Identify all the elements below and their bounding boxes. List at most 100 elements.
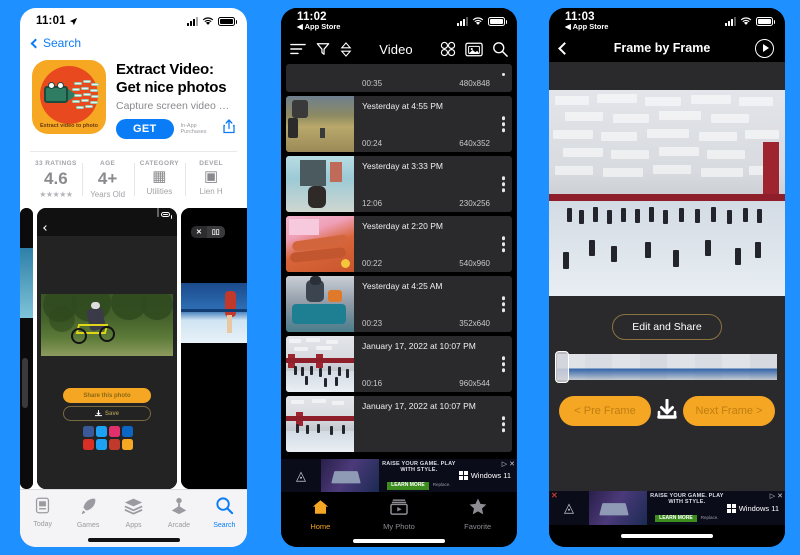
video-duration: 00:16 [362,379,383,388]
back-to-app-store[interactable]: ◀ App Store [565,23,608,31]
app-meta: Extract Video: Get nice photos Capture s… [116,60,235,140]
mini-close-toggle[interactable]: ✕ ▯▯ [191,226,225,239]
photo-film-icon [390,498,408,515]
download-icon[interactable] [657,398,677,426]
ad-choices-marker[interactable]: ▷ ✕ [502,460,515,468]
tab-games[interactable]: Games [65,497,110,529]
video-list-screen: 11:02 ◀ App Store Video 00:35 480x848 Ye… [281,8,517,547]
play-circle-icon[interactable] [755,38,774,58]
video-duration: 00:24 [362,139,383,148]
social-share-grid[interactable] [83,426,133,451]
video-duration: 00:23 [362,319,383,328]
row-more-button[interactable] [501,416,505,432]
tab-label: Apps [125,522,142,529]
row-more-button[interactable] [501,176,505,192]
arena-scene [286,336,354,392]
get-button[interactable]: GET [116,119,174,140]
back-to-app-store[interactable]: ◀ App Store [297,23,340,31]
row-more-button[interactable] [501,236,505,252]
share-icon[interactable] [223,119,235,139]
stat-developer: DEVEL ▣ Lien H [185,160,237,199]
filmstrip-scrubber[interactable] [557,354,777,380]
row-more-button[interactable] [501,356,505,372]
close-icon[interactable]: ✕ [191,226,207,238]
chevron-left-icon [30,38,41,48]
next-frame-button[interactable]: Next Frame > [683,396,775,426]
share-this-photo-button[interactable]: Share this photo [63,388,151,404]
windows-label: Windows 11 [470,471,511,480]
tab-search[interactable]: Search [202,496,247,529]
developer-icon: ▣ [204,168,219,186]
compare-icon[interactable]: ▯▯ [206,226,225,239]
table-row[interactable]: Yesterday at 2:20 PM 00:22 540x960 [286,216,512,272]
app-icon: Extract video to photo [32,60,106,134]
screenshot-preview-partial[interactable] [20,208,33,489]
list-lines-icon[interactable] [290,42,306,56]
windows-logo-icon [458,471,468,480]
video-thumbnail [286,96,354,152]
tab-my-photo[interactable]: My Photo [360,498,439,531]
sort-arrows-icon[interactable] [340,41,352,57]
table-row[interactable]: Yesterday at 4:55 PM 00:24 640x352 [286,96,512,152]
app-store-tab-bar[interactable]: Today Games Apps Arcade Search [20,489,247,533]
table-row[interactable]: January 17, 2022 at 10:07 PM 00:16 960x5… [286,336,512,392]
table-row[interactable]: Yesterday at 3:33 PM 12:06 230x256 [286,156,512,212]
ad-banner[interactable]: ✕ ◬ ROG STRIX G15/17 RAISE YOUR GAME. PL… [549,491,785,525]
ad-close-button[interactable]: ✕ [551,491,558,500]
save-button[interactable]: Save [63,406,151,422]
table-row[interactable]: 00:35 480x848 [286,64,512,92]
table-row[interactable]: Yesterday at 4:25 AM 00:23 352x640 [286,276,512,332]
search-icon [216,497,233,515]
back-to-search-button[interactable]: Search [20,34,247,54]
video-thumbnail [286,276,354,332]
app-screenshots-carousel[interactable]: 10:41 Share and save your photo [20,199,247,489]
tab-arcade[interactable]: Arcade [156,497,201,529]
tab-today[interactable]: Today [20,497,65,528]
video-date: January 17, 2022 at 10:07 PM [362,401,476,411]
filmstrip-selection-handle[interactable] [555,351,569,383]
edit-and-share-button[interactable]: Edit and Share [612,314,722,340]
video-thumbnail [286,336,354,392]
three-phone-collage: 11:01 Search Extract video to photo Extr… [0,0,800,555]
status-bar: 11:03 ◀ App Store [549,8,785,34]
stat-header: DEVEL [199,160,223,168]
frame-nav-bar: Frame by Frame [549,34,785,62]
today-icon [36,497,50,514]
app-icon-caption: Extract video to photo [39,123,99,129]
tab-apps[interactable]: Apps [111,496,156,529]
tab-label: Arcade [167,521,191,529]
nav-spacer [549,62,785,90]
photo-fan-decoration [72,80,100,112]
stat-age: AGE 4+ Years Old [81,160,134,199]
phone-video-list: 11:02 ◀ App Store Video 00:35 480x848 Ye… [281,8,517,547]
save-label: Save [104,410,119,417]
search-icon[interactable] [492,41,508,57]
ad-cta-button[interactable]: LEARN MORE [655,514,697,523]
row-more-button[interactable] [501,296,505,312]
screenshot-preview-share[interactable]: 10:41 Share and save your photo [37,208,177,489]
video-tab-bar[interactable]: Home My Photo Favorite [281,492,517,534]
row-more-button[interactable] [501,72,505,76]
phone-column-app-store: 11:01 Search Extract video to photo Extr… [0,0,266,555]
video-resolution: 540x960 [459,259,490,268]
row-more-button[interactable] [501,116,505,132]
screenshot-preview-skater[interactable]: 10:49 ✕▯▯ [181,208,247,489]
ad-cta-button[interactable]: LEARN MORE [387,482,429,490]
tab-favorite[interactable]: Favorite [438,498,517,531]
windows-logo-icon [726,503,736,513]
video-info: Yesterday at 3:33 PM 12:06 230x256 [354,156,512,212]
grid-four-icon[interactable] [440,41,456,57]
pre-frame-button[interactable]: < Pre Frame [559,396,651,426]
tab-home[interactable]: Home [281,499,360,531]
video-info: Yesterday at 2:20 PM 00:22 540x960 [354,216,512,272]
ad-choices-marker[interactable]: ▷ ✕ [770,492,783,500]
ad-copy: ROG STRIX G15/17 RAISE YOUR GAME. PLAY W… [379,459,459,492]
video-thumbnail [286,156,354,212]
cellular-bars-icon [725,16,736,26]
video-rows-list[interactable]: 00:35 480x848 Yesterday at 4:55 PM 00:24… [281,64,517,459]
page-title: Frame by Frame [613,41,711,55]
filter-funnel-icon[interactable] [316,42,330,56]
ad-banner[interactable]: ◬ ROG STRIX G15/17 RAISE YOUR GAME. PLAY… [281,459,517,492]
table-row[interactable]: January 17, 2022 at 10:07 PM [286,396,512,452]
photo-gallery-icon[interactable] [465,42,483,57]
